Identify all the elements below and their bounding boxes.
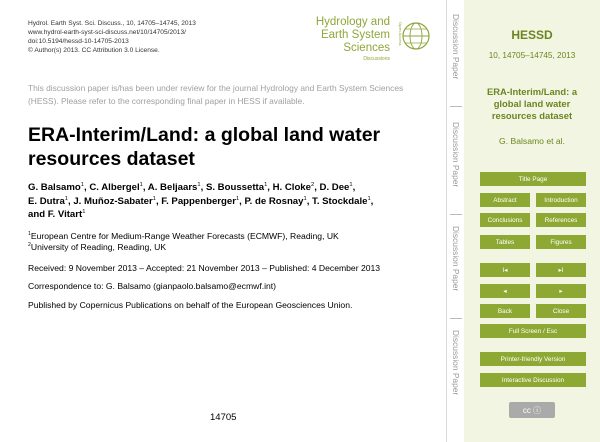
strip-label: Discussion Paper [451, 226, 461, 292]
tables-button[interactable]: Tables [480, 235, 530, 249]
paper-title-page: Hydrol. Earth Syst. Sci. Discuss., 10, 1… [0, 0, 446, 442]
figures-button[interactable]: Figures [536, 235, 586, 249]
references-button[interactable]: References [536, 213, 586, 227]
sidebar-volume: 10, 14705–14745, 2013 [488, 51, 576, 60]
affiliation-1: 1European Centre for Medium-Range Weathe… [28, 231, 339, 241]
author-list: G. Balsamo1, C. Albergel1, A. Beljaars1,… [28, 181, 438, 222]
license: © Author(s) 2013. CC Attribution 3.0 Lic… [28, 47, 160, 54]
sidebar-author: G. Balsamo et al. [499, 136, 565, 146]
doi: doi:10.5194/hessd-10-14705-2013 [28, 38, 129, 45]
cc-license-badge[interactable]: cc ⓘ [509, 402, 555, 418]
close-button[interactable]: Close [536, 304, 586, 318]
author-line-1: G. Balsamo1, C. Albergel1, A. Beljaars1,… [28, 181, 356, 193]
journal-logo-text: Hydrology and Earth System Sciences [315, 16, 390, 54]
review-notice: This discussion paper is/has been under … [28, 83, 404, 106]
correspondence: Correspondence to: G. Balsamo (gianpaolo… [28, 281, 277, 291]
discussion-paper-strip: Discussion Paper Discussion Paper Discus… [446, 0, 465, 442]
next-page-button[interactable]: ▸ [536, 284, 586, 298]
open-access-label: Open Access [398, 22, 403, 46]
publication-dates: Received: 9 November 2013 – Accepted: 21… [28, 263, 381, 273]
back-button[interactable]: Back [480, 304, 530, 318]
affiliation-2: 2University of Reading, Reading, UK [28, 242, 167, 252]
globe-icon: Open Access [398, 22, 430, 50]
paper-title: ERA-Interim/Land: a global land water re… [28, 124, 381, 170]
introduction-button[interactable]: Introduction [536, 193, 586, 207]
author-line-3: and F. Vitart1 [28, 208, 86, 220]
strip-label: Discussion Paper [451, 14, 461, 80]
previous-page-button[interactable]: ◂ [480, 284, 530, 298]
sidebar-abbr: HESSD [511, 28, 553, 42]
published-by: Published by Copernicus Publications on … [28, 300, 353, 310]
page-number: 14705 [210, 412, 237, 423]
author-line-2: E. Dutra1, J. Muñoz-Sabater1, F. Pappenb… [28, 195, 374, 207]
title-page-button[interactable]: Title Page [480, 172, 586, 186]
conclusions-button[interactable]: Conclusions [480, 213, 530, 227]
strip-label: Discussion Paper [451, 122, 461, 188]
strip-separator [450, 214, 462, 215]
abstract-button[interactable]: Abstract [480, 193, 530, 207]
strip-label: Discussion Paper [451, 330, 461, 396]
strip-separator [450, 106, 462, 107]
journal-url[interactable]: www.hydrol-earth-syst-sci-discuss.net/10… [28, 28, 196, 37]
header-meta: Hydrol. Earth Syst. Sci. Discuss., 10, 1… [28, 19, 196, 55]
sidebar-title: ERA-Interim/Land: a global land water re… [486, 86, 578, 121]
last-page-button[interactable]: ▸I [536, 263, 586, 277]
full-screen-button[interactable]: Full Screen / Esc [480, 324, 586, 338]
affiliations: 1European Centre for Medium-Range Weathe… [28, 231, 339, 253]
printer-friendly-button[interactable]: Printer-friendly Version [480, 352, 586, 366]
first-page-button[interactable]: I◂ [480, 263, 530, 277]
journal-line: Hydrol. Earth Syst. Sci. Discuss., 10, 1… [28, 20, 196, 27]
strip-separator [450, 318, 462, 319]
journal-logo-sub: Discussions [363, 56, 390, 62]
navigation-sidebar: HESSD 10, 14705–14745, 2013 ERA-Interim/… [464, 0, 600, 442]
journal-logo: Hydrology and Earth System Sciences Disc… [310, 14, 432, 64]
cc-license-icon: cc ⓘ [522, 405, 542, 415]
interactive-discussion-button[interactable]: Interactive Discussion [480, 373, 586, 387]
